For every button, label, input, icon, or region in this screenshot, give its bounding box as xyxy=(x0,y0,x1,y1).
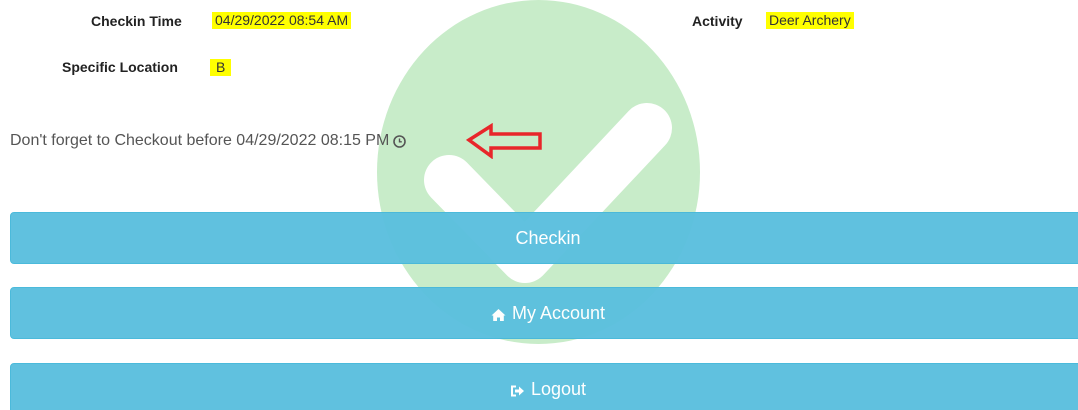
checkout-reminder: Don't forget to Checkout before 04/29/20… xyxy=(10,132,407,150)
activity-value: Deer Archery xyxy=(766,12,854,29)
checkin-button-label: Checkin xyxy=(515,227,581,248)
my-account-button-label: My Account xyxy=(511,302,606,323)
logout-button-label: Logout xyxy=(530,378,587,399)
checkout-reminder-text: Don't forget to Checkout before 04/29/20… xyxy=(10,132,390,149)
specific-location-value: B xyxy=(210,59,232,76)
home-icon xyxy=(491,306,506,321)
sign-out-icon xyxy=(510,382,525,397)
clock-icon xyxy=(393,134,407,148)
activity-label: Activity xyxy=(692,13,743,29)
logout-button[interactable]: Logout xyxy=(10,363,1078,410)
specific-location-label: Specific Location xyxy=(62,59,178,75)
left-arrow-annotation-icon xyxy=(465,122,544,160)
checkin-time-label: Checkin Time xyxy=(91,13,182,29)
checkin-button[interactable]: Checkin xyxy=(10,212,1078,264)
checkin-time-value: 04/29/2022 08:54 AM xyxy=(212,12,352,29)
my-account-button[interactable]: My Account xyxy=(10,287,1078,339)
